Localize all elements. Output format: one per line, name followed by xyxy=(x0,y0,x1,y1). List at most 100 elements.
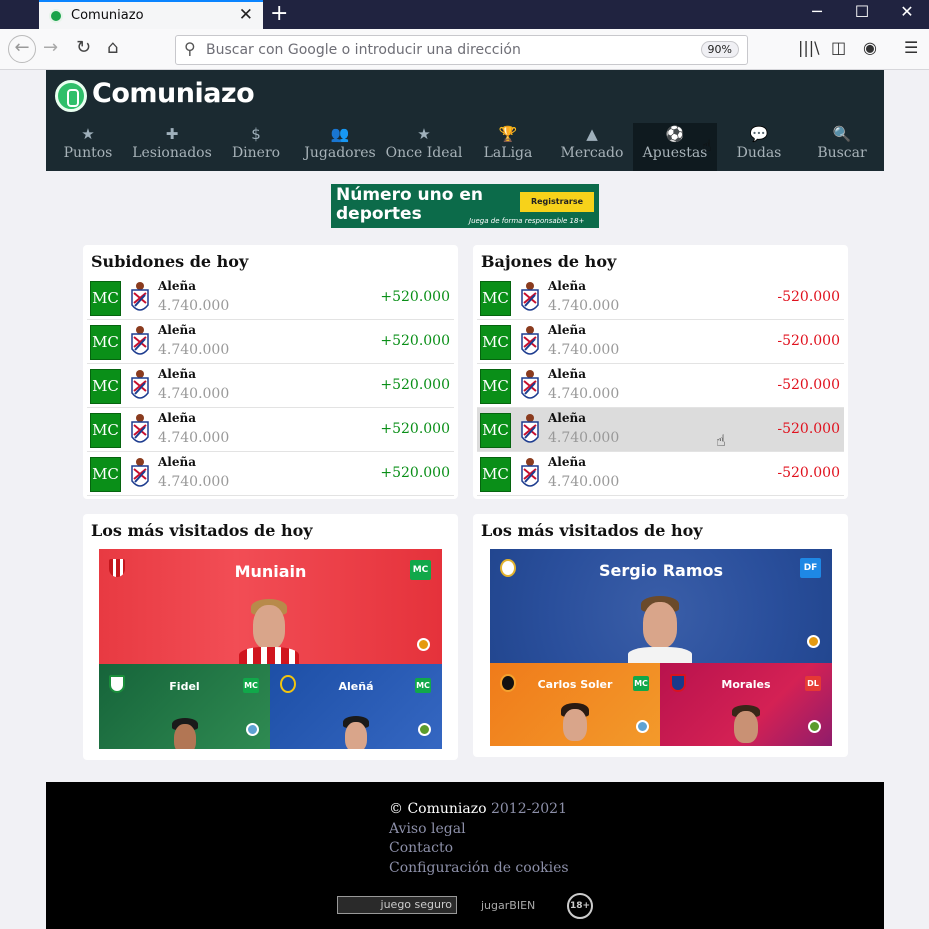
most-visited-title: Los más visitados de hoy xyxy=(91,521,313,540)
star-icon: ★ xyxy=(81,125,95,143)
player-name: Muniain xyxy=(234,562,307,581)
player-row[interactable]: MC Aleña 4.740.000 +520.000 xyxy=(87,408,454,452)
player-tile-main[interactable]: Muniain MC xyxy=(99,549,442,664)
player-value: 4.740.000 xyxy=(158,342,230,358)
player-tile-sub[interactable]: Aleñá MC xyxy=(270,664,442,749)
medal-icon xyxy=(807,635,820,648)
forward-button[interactable]: → xyxy=(43,37,58,58)
jugar-bien-badge[interactable]: jugarBIEN xyxy=(481,899,535,912)
player-name[interactable]: Aleña xyxy=(548,455,586,469)
player-row[interactable]: MC Aleña 4.740.000 +520.000 xyxy=(87,452,454,496)
player-name[interactable]: Aleña xyxy=(158,279,196,293)
player-name[interactable]: Aleña xyxy=(548,411,586,425)
reload-button[interactable]: ↻ xyxy=(76,37,91,58)
player-shirt xyxy=(239,647,299,664)
menu-item-dinero[interactable]: $ Dinero xyxy=(214,123,298,171)
value-change: -520.000 xyxy=(777,465,840,481)
logo-icon[interactable] xyxy=(55,80,87,112)
value-change: -520.000 xyxy=(777,421,840,437)
menu-item-mercado[interactable]: ▲ Mercado xyxy=(550,123,634,171)
eibar-crest-icon xyxy=(131,458,149,487)
account-icon[interactable]: ◉ xyxy=(863,38,877,57)
player-tile-sub[interactable]: Morales DL xyxy=(660,663,832,746)
site-header: Comuniazo ★ Puntos ✚ Lesionados $ Dinero… xyxy=(46,70,884,171)
site-footer: © Comuniazo 2012-2021 Aviso legal Contac… xyxy=(46,782,884,929)
maximize-button[interactable]: ☐ xyxy=(839,2,885,21)
player-row[interactable]: MC Aleña 4.740.000 -520.000 xyxy=(477,276,844,320)
player-name[interactable]: Aleña xyxy=(548,323,586,337)
player-name[interactable]: Aleña xyxy=(548,367,586,381)
player-name[interactable]: Aleña xyxy=(158,411,196,425)
menu-item-dudas[interactable]: 💬 Dudas xyxy=(717,123,801,171)
menu-item-puntos[interactable]: ★ Puntos xyxy=(46,123,130,171)
tab-close-icon[interactable]: ✕ xyxy=(239,5,253,25)
player-row[interactable]: MC Aleña 4.740.000 -520.000 xyxy=(477,408,844,452)
menu-label: LaLiga xyxy=(483,145,533,161)
home-icon[interactable]: ⌂ xyxy=(107,37,118,58)
player-tile-main[interactable]: Sergio Ramos DF xyxy=(490,549,832,663)
footer-link-contact[interactable]: Contacto xyxy=(389,839,569,859)
window-close-button[interactable]: ✕ xyxy=(884,2,929,21)
player-row[interactable]: MC Aleña 4.740.000 +520.000 xyxy=(87,364,454,408)
banner-register-button[interactable]: Registrarse xyxy=(520,192,594,212)
risers-card: Subidones de hoy MC Aleña 4.740.000 +520.00… xyxy=(83,245,458,499)
menu-item-laliga[interactable]: 🏆 LaLiga xyxy=(466,123,550,171)
sidebar-icon[interactable]: ◫ xyxy=(831,38,846,57)
menu-icon[interactable]: ☰ xyxy=(904,38,918,57)
eibar-crest-icon xyxy=(521,458,539,487)
favicon-icon xyxy=(49,9,63,23)
footer-link-cookies[interactable]: Configuración de cookies xyxy=(389,859,569,879)
library-icon[interactable]: |||\ xyxy=(798,38,820,57)
minimize-button[interactable]: ─ xyxy=(794,2,840,21)
fallers-title: Bajones de hoy xyxy=(481,252,617,271)
position-badge: MC xyxy=(480,281,511,316)
player-row[interactable]: MC Aleña 4.740.000 -520.000 xyxy=(477,364,844,408)
pointer-cursor-icon: ☝ xyxy=(702,136,712,155)
tab-title: Comuniazo xyxy=(71,8,144,23)
menu-label: Dudas xyxy=(736,145,782,161)
value-change: +520.000 xyxy=(380,333,450,349)
position-badge: MC xyxy=(90,325,121,360)
player-value: 4.740.000 xyxy=(548,298,620,314)
browser-tab-bar: Comuniazo ✕ + ─ ☐ ✕ xyxy=(0,0,929,29)
site-logo[interactable]: Comuniazo xyxy=(92,78,255,109)
player-name[interactable]: Aleña xyxy=(548,279,586,293)
player-row[interactable]: MC Aleña 4.740.000 +520.000 xyxy=(87,276,454,320)
position-badge: DF xyxy=(800,558,821,578)
position-badge: MC xyxy=(633,676,649,691)
address-bar[interactable]: ⚲ Buscar con Google o introducir una dir… xyxy=(175,35,748,65)
player-name[interactable]: Aleña xyxy=(158,323,196,337)
player-value: 4.740.000 xyxy=(548,474,620,490)
back-button[interactable]: ← xyxy=(8,35,36,63)
position-badge: MC xyxy=(480,325,511,360)
player-row[interactable]: MC Aleña 4.740.000 -520.000 xyxy=(477,452,844,496)
menu-item-once-ideal[interactable]: ★ Once Ideal xyxy=(382,123,466,171)
position-badge: MC xyxy=(415,678,431,693)
value-change: +520.000 xyxy=(380,377,450,393)
eibar-crest-icon xyxy=(131,282,149,311)
zoom-level[interactable]: 90% xyxy=(700,41,739,58)
ad-banner[interactable]: Número uno en deportes Registrarse Juega… xyxy=(331,184,599,228)
juego-seguro-badge[interactable]: juego seguro xyxy=(337,896,457,914)
menu-item-jugadores[interactable]: 👥 Jugadores xyxy=(298,123,382,171)
menu-item-lesionados[interactable]: ✚ Lesionados xyxy=(130,123,214,171)
player-name[interactable]: Aleña xyxy=(158,367,196,381)
menu-item-buscar[interactable]: 🔍 Buscar xyxy=(800,123,884,171)
player-row[interactable]: MC Aleña 4.740.000 -520.000 xyxy=(477,320,844,364)
player-tile-sub[interactable]: Fidel MC xyxy=(99,664,270,749)
player-tile-sub[interactable]: Carlos Soler MC xyxy=(490,663,660,746)
browser-tab[interactable]: Comuniazo ✕ xyxy=(39,0,263,29)
player-name[interactable]: Aleña xyxy=(158,455,196,469)
value-change: +520.000 xyxy=(380,289,450,305)
footer-link-legal[interactable]: Aviso legal xyxy=(389,820,569,840)
fallers-card: Bajones de hoy MC Aleña 4.740.000 -520.000 M… xyxy=(473,245,848,499)
new-tab-button[interactable]: + xyxy=(270,1,288,26)
eibar-crest-icon xyxy=(521,414,539,443)
position-badge: MC xyxy=(480,369,511,404)
player-row[interactable]: MC Aleña 4.740.000 +520.000 xyxy=(87,320,454,364)
player-value: 4.740.000 xyxy=(548,430,620,446)
main-menu: ★ Puntos ✚ Lesionados $ Dinero 👥 Jugador… xyxy=(46,123,884,171)
menu-label: Dinero xyxy=(231,145,281,161)
position-badge: MC xyxy=(90,413,121,448)
menu-label: Once Ideal xyxy=(385,145,463,161)
